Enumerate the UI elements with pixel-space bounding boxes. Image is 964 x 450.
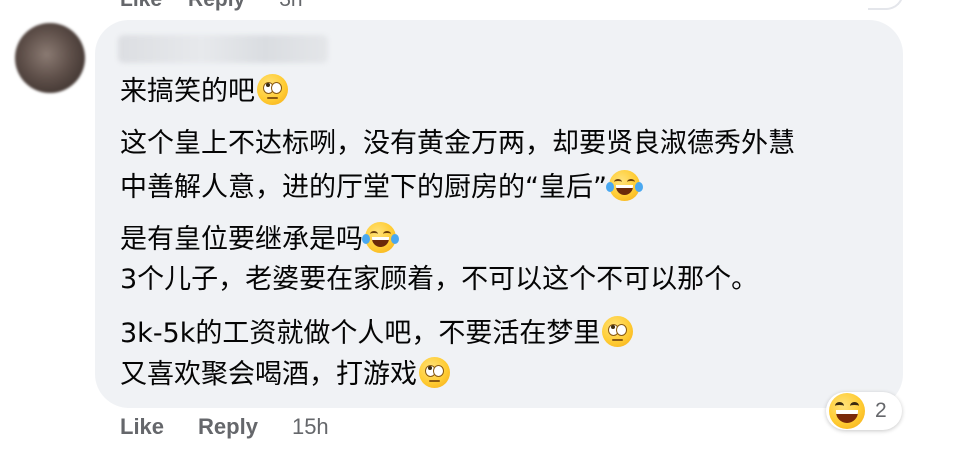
previous-comment-actions: Like Reply 3h <box>120 0 303 12</box>
reaction-summary[interactable]: 2 <box>826 392 902 430</box>
comment-line: 中善解人意，进的厅堂下的厨房的“皇后” <box>120 170 643 205</box>
tears-of-joy-icon <box>362 222 399 253</box>
like-button[interactable]: Like <box>120 414 164 440</box>
comment-line: 3k-5k的工资就做个人吧，不要活在梦里 <box>120 316 634 351</box>
comment-line: 3个儿子，老婆要在家顾着，不可以这个不可以那个。 <box>120 264 759 295</box>
rolling-eyes-icon <box>257 74 288 105</box>
reaction-count: 2 <box>875 399 887 422</box>
avatar[interactable] <box>15 23 85 93</box>
comment-line: 又喜欢聚会喝酒，打游戏 <box>120 357 450 392</box>
previous-timestamp[interactable]: 3h <box>279 0 302 12</box>
comment-actions: Like Reply 15h <box>120 414 329 440</box>
comment-line: 来搞笑的吧 <box>120 74 288 109</box>
reply-button[interactable]: Reply <box>198 414 258 440</box>
previous-like-button[interactable]: Like <box>120 0 162 12</box>
comment-line: 是有皇位要继承是吗 <box>120 222 399 257</box>
rolling-eyes-icon <box>602 316 634 347</box>
comment-line: 这个皇上不达标咧，没有黄金万两，却要贤良淑德秀外慧 <box>120 128 795 159</box>
author-name[interactable] <box>118 35 328 63</box>
rolling-eyes-icon <box>419 357 450 388</box>
tears-of-joy-icon <box>605 170 643 201</box>
timestamp[interactable]: 15h <box>292 414 329 440</box>
previous-bubble-edge <box>868 0 904 10</box>
laughing-face-icon <box>829 393 865 429</box>
previous-reply-button[interactable]: Reply <box>188 0 245 12</box>
